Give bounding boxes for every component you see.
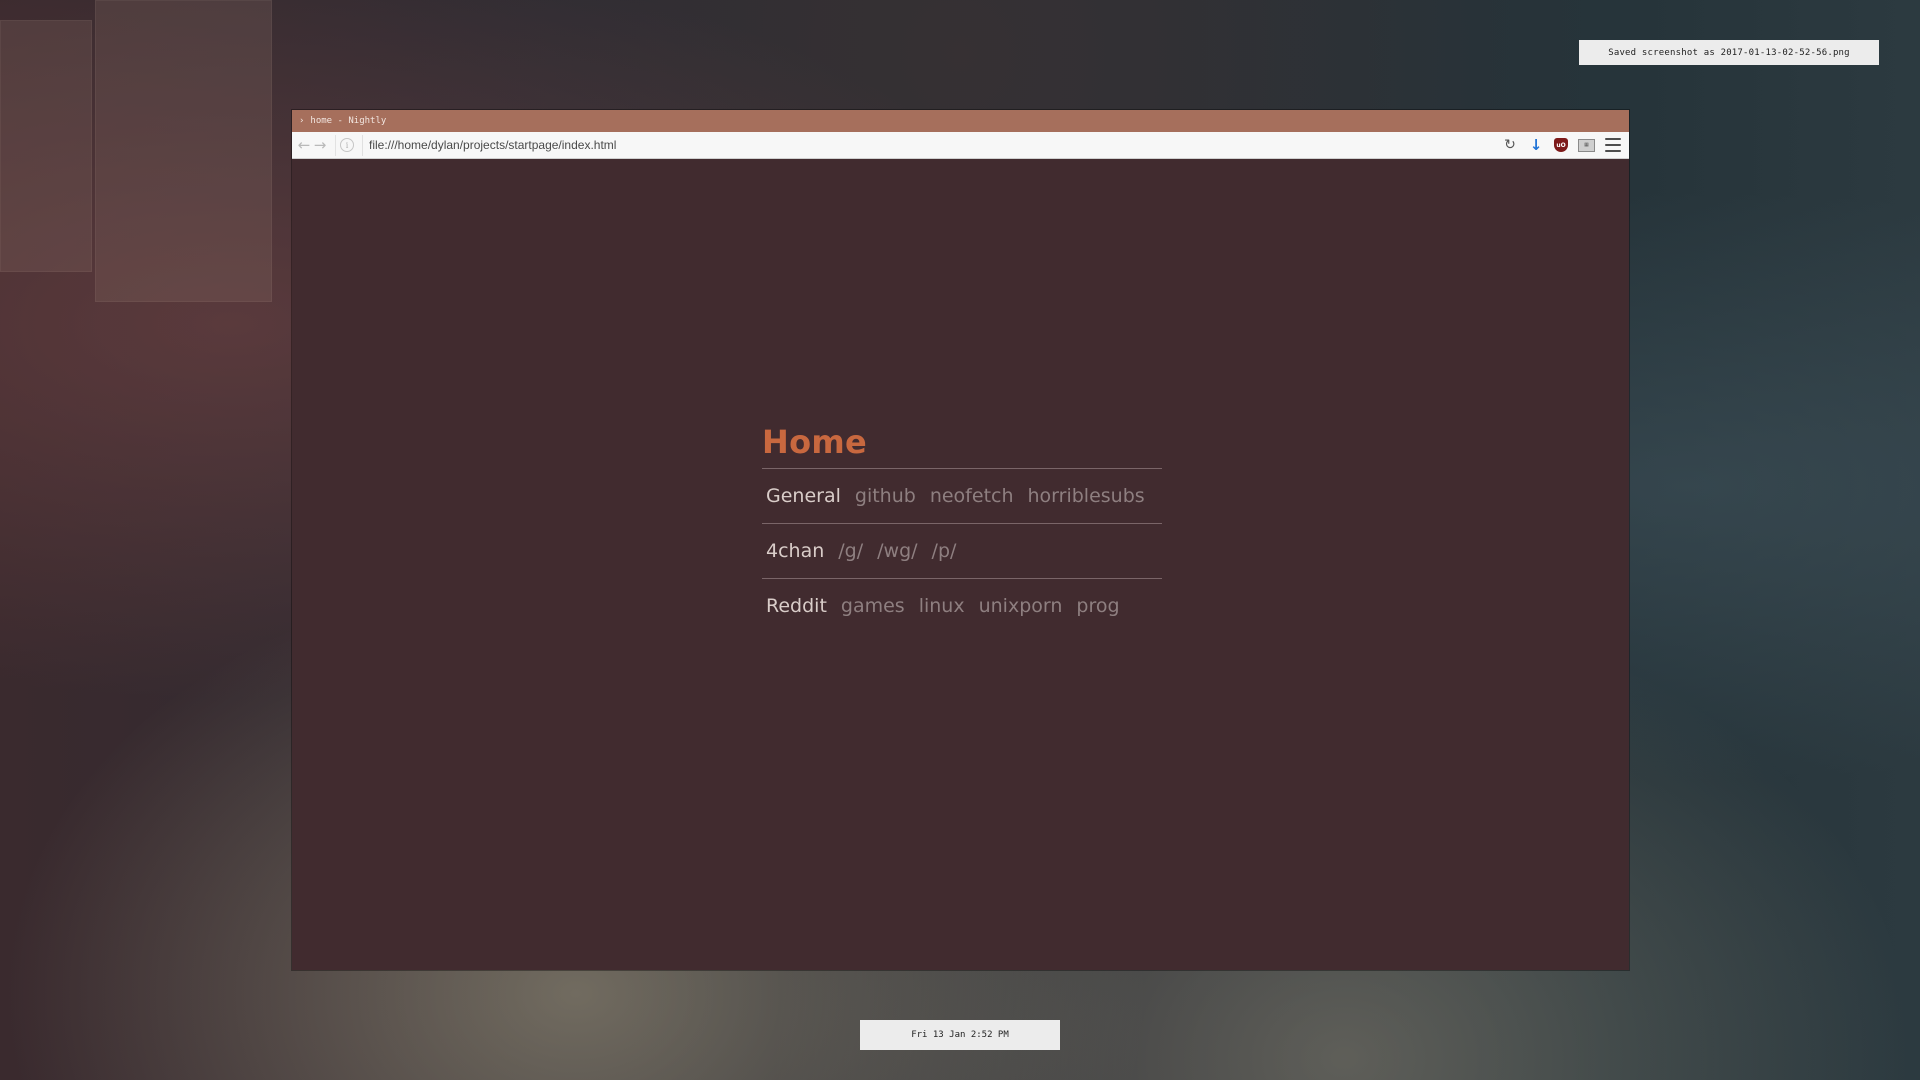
url-text[interactable]: file:///home/dylan/projects/startpage/in… <box>362 134 616 156</box>
link-games[interactable]: games <box>841 595 905 617</box>
link-g[interactable]: /g/ <box>838 540 863 562</box>
download-icon[interactable]: ↓ <box>1528 136 1544 154</box>
link-neofetch[interactable]: neofetch <box>930 485 1014 507</box>
toolbar-icons: ↻ ↓ uO ▦ <box>1502 136 1621 154</box>
info-icon[interactable]: i <box>340 138 354 152</box>
back-icon[interactable]: ← <box>297 138 311 153</box>
window-title: home - Nightly <box>310 116 387 126</box>
group-label: General <box>766 485 841 507</box>
wallpaper-poster <box>0 20 92 272</box>
chevron-right-icon: › <box>299 116 305 126</box>
page-content: Home General github neofetch horriblesub… <box>292 159 1629 970</box>
link-horriblesubs[interactable]: horriblesubs <box>1028 485 1145 507</box>
url-bar[interactable]: i file:///home/dylan/projects/startpage/… <box>335 134 1502 156</box>
link-wg[interactable]: /wg/ <box>877 540 917 562</box>
screenshot-notification: Saved screenshot as 2017-01-13-02-52-56.… <box>1579 40 1879 65</box>
link-prog[interactable]: prog <box>1076 595 1119 617</box>
link-group-reddit: Reddit games linux unixporn prog <box>762 578 1162 633</box>
menu-icon[interactable] <box>1605 138 1621 152</box>
extension-icon[interactable]: ▦ <box>1578 138 1595 152</box>
browser-window: › home - Nightly ← → i file:///home/dyla… <box>292 110 1629 970</box>
link-linux[interactable]: linux <box>919 595 965 617</box>
page-title: Home <box>762 423 868 461</box>
clock-widget: Fri 13 Jan 2:52 PM <box>860 1020 1060 1050</box>
link-group-4chan: 4chan /g/ /wg/ /p/ <box>762 523 1162 578</box>
link-group-general: General github neofetch horriblesubs <box>762 468 1162 523</box>
startpage: Home General github neofetch horriblesub… <box>762 424 1162 633</box>
clock-text: Fri 13 Jan 2:52 PM <box>911 1030 1009 1040</box>
forward-icon[interactable]: → <box>313 138 327 153</box>
navigation-bar: ← → i file:///home/dylan/projects/startp… <box>292 132 1629 159</box>
wallpaper-poster <box>95 0 272 302</box>
link-p[interactable]: /p/ <box>932 540 957 562</box>
notification-text: Saved screenshot as 2017-01-13-02-52-56.… <box>1608 47 1850 58</box>
group-label: 4chan <box>766 540 825 562</box>
group-label: Reddit <box>766 595 827 617</box>
link-github[interactable]: github <box>855 485 916 507</box>
reload-icon[interactable]: ↻ <box>1502 137 1518 153</box>
link-unixporn[interactable]: unixporn <box>979 595 1063 617</box>
ublock-icon[interactable]: uO <box>1554 138 1568 152</box>
window-titlebar[interactable]: › home - Nightly <box>292 110 1629 132</box>
